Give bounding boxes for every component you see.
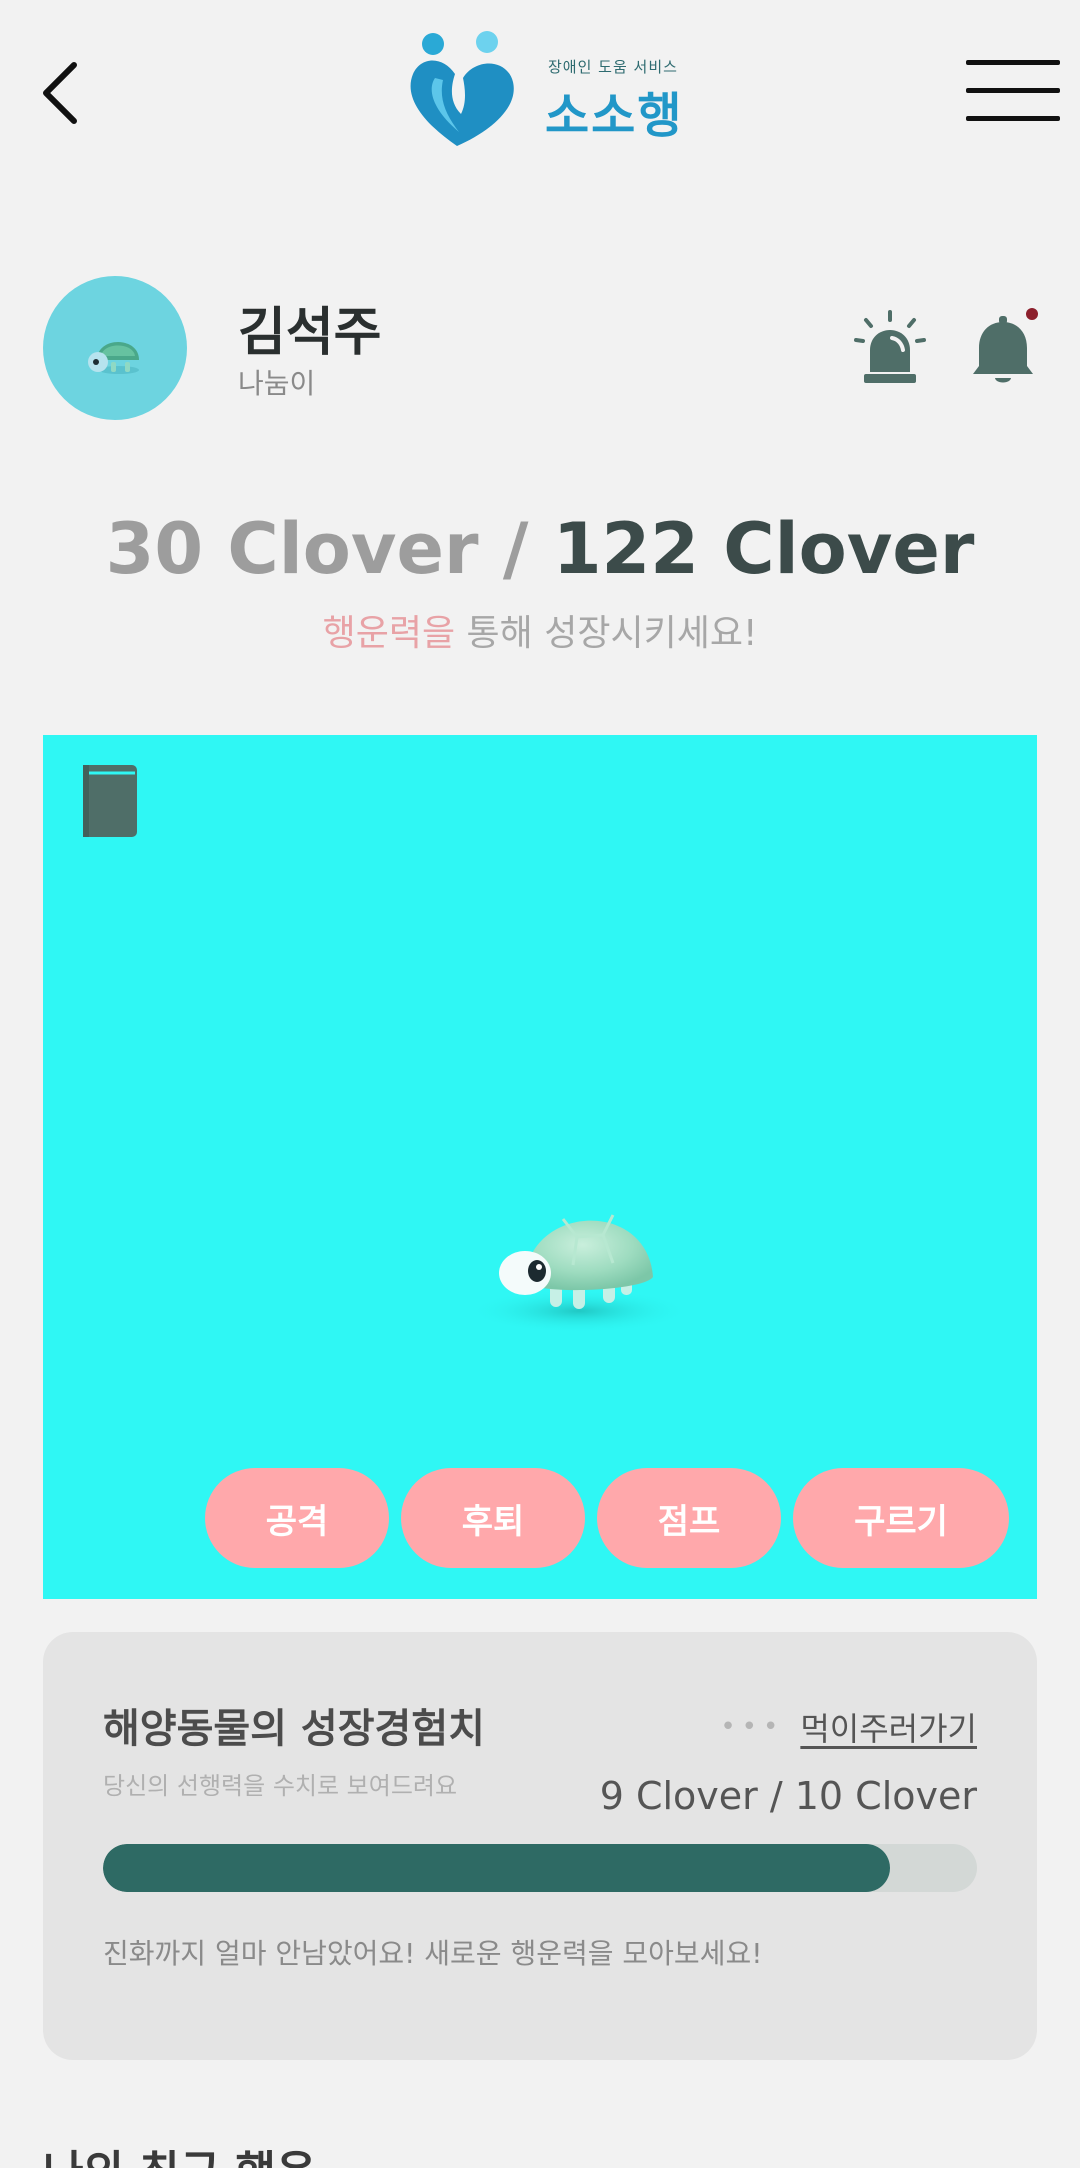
exp-text: 9 Clover / 10 Clover xyxy=(599,1774,977,1818)
more-dots-icon: ••• xyxy=(720,1712,785,1742)
retreat-button[interactable]: 후퇴 xyxy=(401,1468,585,1568)
turtle-pet[interactable] xyxy=(453,1145,693,1345)
app-logo[interactable]: 장애인 도움 서비스 소소행 xyxy=(405,28,705,153)
turtle-avatar-icon xyxy=(88,342,139,374)
app-screen: 장애인 도움 서비스 소소행 김석주 나눔이 30 Clover / 122 C… xyxy=(0,0,1080,2168)
menu-line-icon xyxy=(966,60,1060,65)
pet-stage[interactable]: 공격 후퇴 점프 구르기 xyxy=(43,735,1037,1599)
growth-card: 해양동물의 성장경험치 당신의 선행력을 수치로 보여드려요 ••• 먹이주러가… xyxy=(43,1632,1037,2060)
emergency-siren-button[interactable] xyxy=(852,308,928,388)
growth-subtitle: 당신의 선행력을 수치로 보여드려요 xyxy=(103,1772,458,1800)
bell-icon xyxy=(973,316,1033,383)
hamburger-menu-button[interactable] xyxy=(966,56,1060,124)
menu-line-icon xyxy=(966,88,1060,93)
feed-link-label: 먹이주러가기 xyxy=(800,1710,977,1748)
user-role: 나눔이 xyxy=(238,367,316,400)
clover-separator: / xyxy=(502,508,529,590)
notification-bell-button[interactable] xyxy=(965,308,1041,388)
clover-current: 30 Clover xyxy=(105,508,479,590)
exp-progress-bar xyxy=(103,1844,977,1892)
book-icon xyxy=(83,765,137,837)
siren-icon xyxy=(854,310,926,383)
recent-section-title: 나의 최근 행운 xyxy=(43,2136,317,2168)
clover-total: 30 Clover / 122 Clover xyxy=(0,508,1080,590)
clover-hint-accent: 행운력을 xyxy=(322,613,456,654)
growth-title: 해양동물의 성장경험치 xyxy=(103,1706,485,1752)
growth-message: 진화까지 얼마 안남았어요! 새로운 행운력을 모아보세요! xyxy=(103,1937,763,1970)
feed-link[interactable]: ••• 먹이주러가기 xyxy=(720,1704,977,1750)
clover-max: 122 Clover xyxy=(552,508,975,590)
roll-button[interactable]: 구르기 xyxy=(793,1468,1009,1568)
logo-subtitle: 장애인 도움 서비스 xyxy=(548,58,678,76)
attack-button[interactable]: 공격 xyxy=(205,1468,389,1568)
book-button[interactable] xyxy=(81,763,139,839)
chevron-left-icon xyxy=(43,62,77,124)
turtle-character-icon xyxy=(469,1214,689,1333)
avatar[interactable] xyxy=(43,276,187,420)
clover-hint-rest: 통해 성장시키세요! xyxy=(455,613,758,654)
menu-line-icon xyxy=(966,116,1060,121)
jump-button[interactable]: 점프 xyxy=(597,1468,781,1568)
clover-hint: 행운력을 통해 성장시키세요! xyxy=(0,604,1080,656)
back-button[interactable] xyxy=(40,48,100,138)
heart-people-logo-icon xyxy=(410,31,514,146)
notification-dot-icon xyxy=(1026,308,1038,320)
exp-progress-fill xyxy=(103,1844,890,1892)
logo-title: 소소행 xyxy=(545,88,684,144)
user-name: 김석주 xyxy=(238,303,382,363)
